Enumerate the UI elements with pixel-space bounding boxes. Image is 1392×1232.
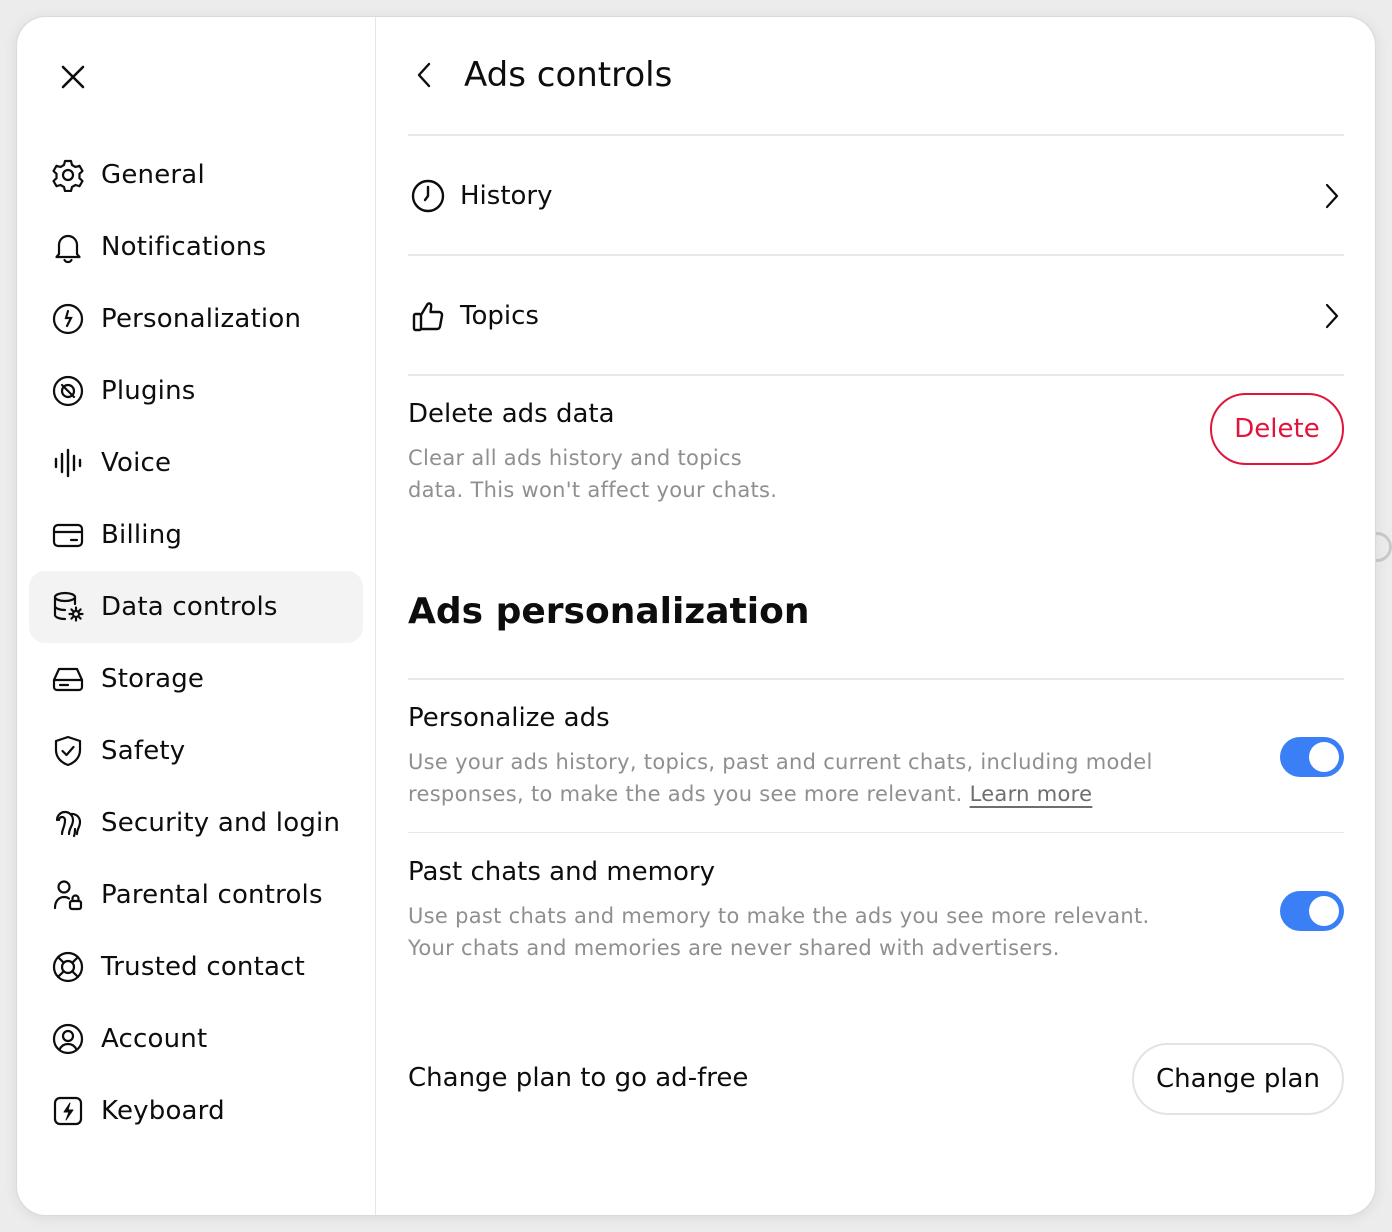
chevron-right-icon bbox=[1320, 296, 1344, 336]
chevron-left-icon bbox=[417, 62, 431, 88]
delete-ads-title: Delete ads data bbox=[408, 399, 615, 429]
personalize-ads-title: Personalize ads bbox=[408, 703, 610, 733]
sidebar-item-account[interactable]: Account bbox=[29, 1003, 363, 1075]
card-icon bbox=[51, 518, 85, 552]
sidebar-item-label: General bbox=[101, 160, 205, 190]
divider bbox=[408, 832, 1344, 833]
sidebar-item-notifications[interactable]: Notifications bbox=[29, 211, 363, 283]
past-chats-memory-description: Use past chats and memory to make the ad… bbox=[408, 900, 1150, 964]
shield-check-icon bbox=[51, 734, 85, 768]
panel-header: Ads controls bbox=[408, 47, 672, 103]
past-chats-desc-line: Use past chats and memory to make the ad… bbox=[408, 904, 1150, 928]
ads-controls-panel: Ads controls History Topics Delete ads d… bbox=[376, 17, 1375, 1215]
clock-icon bbox=[408, 176, 448, 216]
change-plan-label: Change plan to go ad-free bbox=[408, 1063, 749, 1093]
bell-icon bbox=[51, 230, 85, 264]
toggle-knob bbox=[1309, 896, 1339, 926]
security-login-icon bbox=[51, 806, 85, 840]
history-label: History bbox=[460, 181, 553, 211]
sidebar-item-safety[interactable]: Safety bbox=[29, 715, 363, 787]
gear-icon bbox=[51, 158, 85, 192]
voice-waveform-icon bbox=[51, 446, 85, 480]
personalize-ads-desc-text: responses, to make the ads you see more … bbox=[408, 782, 963, 806]
divider bbox=[408, 374, 1344, 376]
sidebar-item-personalization[interactable]: Personalization bbox=[29, 283, 363, 355]
sidebar-item-label: Safety bbox=[101, 736, 186, 766]
sidebar-item-label: Billing bbox=[101, 520, 183, 550]
change-plan-button[interactable]: Change plan bbox=[1132, 1043, 1344, 1115]
topics-row[interactable]: Topics bbox=[408, 257, 1344, 375]
sidebar-item-parental-controls[interactable]: Parental controls bbox=[29, 859, 363, 931]
settings-dialog: General Notifications Personalization Pl… bbox=[16, 16, 1376, 1216]
personalize-ads-desc-line: responses, to make the ads you see more … bbox=[408, 778, 1153, 810]
delete-ads-description: Clear all ads history and topics data. T… bbox=[408, 442, 777, 506]
sidebar-item-general[interactable]: General bbox=[29, 139, 363, 211]
sidebar-item-label: Personalization bbox=[101, 304, 302, 334]
sidebar-item-billing[interactable]: Billing bbox=[29, 499, 363, 571]
close-icon bbox=[61, 65, 85, 89]
sidebar-item-label: Notifications bbox=[101, 232, 267, 262]
past-chats-memory-title: Past chats and memory bbox=[408, 857, 715, 887]
close-button[interactable] bbox=[53, 57, 93, 97]
delete-ads-button[interactable]: Delete bbox=[1210, 393, 1344, 465]
sidebar-item-label: Security and login bbox=[101, 808, 341, 838]
topics-label: Topics bbox=[460, 301, 539, 331]
sidebar-item-storage[interactable]: Storage bbox=[29, 643, 363, 715]
plugins-icon bbox=[51, 374, 85, 408]
sidebar-item-data-controls[interactable]: Data controls bbox=[29, 571, 363, 643]
sidebar-item-keyboard[interactable]: Keyboard bbox=[29, 1075, 363, 1147]
personalize-ads-desc-line: Use your ads history, topics, past and c… bbox=[408, 750, 1153, 774]
page-title: Ads controls bbox=[464, 55, 673, 95]
sidebar-item-label: Data controls bbox=[101, 592, 278, 622]
sidebar-item-label: Account bbox=[101, 1024, 208, 1054]
personalization-icon bbox=[51, 302, 85, 336]
divider bbox=[408, 254, 1344, 256]
sidebar-item-label: Voice bbox=[101, 448, 172, 478]
sidebar-item-plugins[interactable]: Plugins bbox=[29, 355, 363, 427]
sidebar-item-trusted-contact[interactable]: Trusted contact bbox=[29, 931, 363, 1003]
person-lock-icon bbox=[51, 878, 85, 912]
divider bbox=[408, 678, 1344, 680]
chevron-right-icon bbox=[1320, 176, 1344, 216]
sidebar-item-label: Keyboard bbox=[101, 1096, 225, 1126]
sidebar-item-label: Storage bbox=[101, 664, 205, 694]
keyboard-bolt-icon bbox=[51, 1094, 85, 1128]
personalize-ads-toggle[interactable] bbox=[1280, 737, 1344, 777]
ads-personalization-heading: Ads personalization bbox=[408, 591, 810, 632]
past-chats-desc-line: Your chats and memories are never shared… bbox=[408, 936, 1060, 960]
sidebar-item-label: Trusted contact bbox=[101, 952, 306, 982]
toggle-knob bbox=[1309, 742, 1339, 772]
learn-more-link[interactable]: Learn more bbox=[970, 782, 1093, 806]
sidebar-item-security-login[interactable]: Security and login bbox=[29, 787, 363, 859]
delete-ads-desc-line: Clear all ads history and topics bbox=[408, 446, 743, 470]
account-circle-icon bbox=[51, 1022, 85, 1056]
past-chats-memory-toggle[interactable] bbox=[1280, 891, 1344, 931]
sidebar-item-label: Parental controls bbox=[101, 880, 323, 910]
settings-sidebar: General Notifications Personalization Pl… bbox=[17, 17, 376, 1215]
personalize-ads-description: Use your ads history, topics, past and c… bbox=[408, 746, 1153, 810]
storage-drive-icon bbox=[51, 662, 85, 696]
settings-nav: General Notifications Personalization Pl… bbox=[29, 139, 363, 1147]
divider bbox=[408, 134, 1344, 136]
lifebuoy-icon bbox=[51, 950, 85, 984]
delete-ads-desc-line: data. This won't affect your chats. bbox=[408, 478, 778, 502]
history-row[interactable]: History bbox=[408, 137, 1344, 255]
database-gear-icon bbox=[51, 590, 85, 624]
sidebar-item-voice[interactable]: Voice bbox=[29, 427, 363, 499]
sidebar-item-label: Plugins bbox=[101, 376, 196, 406]
back-button[interactable] bbox=[408, 55, 440, 95]
thumbs-up-icon bbox=[408, 296, 448, 336]
